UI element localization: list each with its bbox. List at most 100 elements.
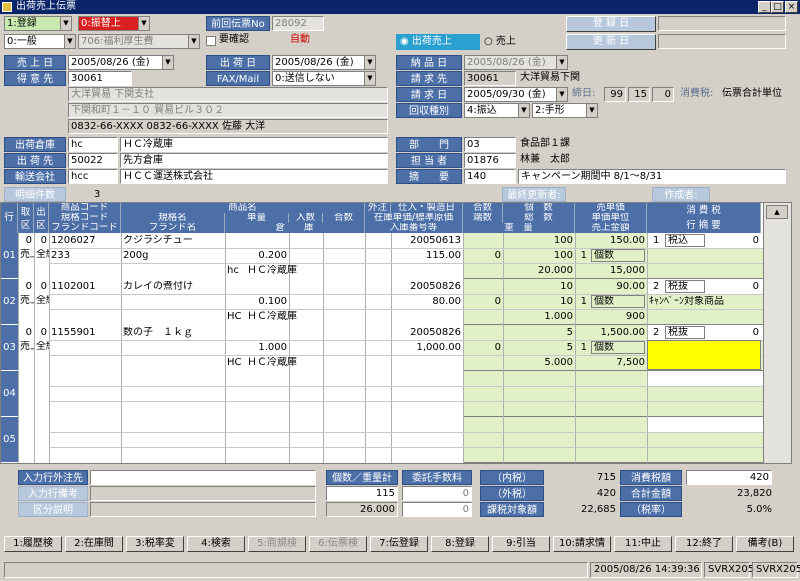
phone-field: 0832-66-XXXX 0832-66-XXXX 佐藤 大洋 — [68, 119, 388, 134]
fkey-13[interactable]: 備考(B) — [736, 536, 794, 552]
status-host: SVRX205 — [752, 562, 800, 578]
memo-text-field[interactable]: キャンペーン期間中 8/1～8/31 — [518, 169, 786, 184]
col-case2: 合数 — [463, 203, 503, 213]
grid-scrollbar[interactable]: ▲ — [763, 203, 791, 463]
grid-subline — [49, 248, 763, 249]
maximize-button[interactable]: □ — [771, 1, 784, 13]
address-field: 下関和町１－１０ 貿易ビル３０２ — [68, 103, 388, 118]
account-select[interactable]: 706:福利厚生費 ▼ — [78, 34, 200, 49]
fkey-7[interactable]: 7:伝登録 — [370, 536, 428, 552]
outsrc-field[interactable] — [90, 470, 316, 485]
col-unit: 単量 — [225, 213, 289, 223]
grid-divider — [365, 417, 366, 463]
collect-label: 回収種別 — [396, 103, 462, 118]
col-spec-code: 規格コード — [49, 213, 121, 223]
row-product-code: 1206027 — [51, 235, 96, 246]
transfer-select[interactable]: 0:振替上 ▼ — [78, 16, 150, 31]
fkey-4[interactable]: 4:検索 — [187, 536, 245, 552]
fkey-11[interactable]: 11:中止 — [614, 536, 672, 552]
col-fraction: 端数 — [463, 213, 503, 223]
close-button[interactable]: × — [785, 1, 798, 13]
col-spec-name: 規格名 — [121, 213, 225, 223]
row-tax-type: 税込 — [665, 234, 705, 247]
confirm-checkbox[interactable] — [206, 36, 216, 46]
row-warehouse: ＨＣ冷蔵庫 — [247, 311, 297, 322]
row-uu-no: 1 — [580, 342, 587, 353]
pricing-select[interactable]: 0:一般 ▼ — [4, 34, 76, 49]
grid-subline — [49, 401, 763, 402]
row-shutsu-label: 全納 — [36, 341, 49, 352]
fkey-5[interactable]: 5:商規検 — [248, 536, 306, 552]
col-weight: 重 量 — [463, 223, 575, 233]
close-label: 締日: — [572, 88, 596, 99]
row-price-unit: 個数 — [591, 249, 645, 262]
grid-divider — [391, 371, 392, 417]
radio-ship-sale[interactable]: ◉ 出荷売上 — [396, 34, 480, 50]
col-brand-name: ブランド名 — [121, 223, 225, 233]
carrier-code-field[interactable]: hcc — [68, 169, 118, 184]
bill-date-label: 請 求 日 — [396, 87, 462, 102]
row-shutsu: 0 — [40, 235, 47, 246]
col-outsrc: 外注 — [365, 203, 391, 213]
scroll-up-icon[interactable]: ▲ — [766, 205, 788, 219]
grid-subline — [49, 309, 763, 310]
fkey-10[interactable]: 10:請求情 — [553, 536, 611, 552]
row-product-code: 1102001 — [51, 281, 96, 292]
fkey-8[interactable]: 8:登録 — [431, 536, 489, 552]
grid-divider — [34, 371, 35, 417]
dest-code-field[interactable]: 50022 — [68, 153, 118, 168]
ctax-field[interactable]: 420 — [686, 470, 772, 485]
col-price-unit: 単価単位 — [575, 213, 647, 223]
row-warehouse: ＨＣ冷蔵庫 — [247, 265, 297, 276]
sales-date-field[interactable]: 2005/08/26 (金) ▼ — [68, 55, 174, 70]
col-amount: 売上金額 — [575, 223, 647, 233]
dest-label: 出 荷 先 — [4, 153, 66, 168]
row-amount: 7,500 — [616, 357, 645, 368]
customer-label: 得 意 先 — [4, 71, 66, 86]
staff-code-field[interactable]: 01876 — [464, 153, 516, 168]
prev-slip-field: 28092 — [272, 16, 324, 31]
fkey-1[interactable]: 1:履歴検 — [4, 536, 62, 552]
delivery-date-field[interactable]: 2005/08/26 (金) ▼ — [464, 55, 568, 70]
upd-date-label: 更 新 日 — [566, 34, 656, 50]
fkey-6[interactable]: 6:伝票検 — [309, 536, 367, 552]
row-tori: 0 — [25, 281, 32, 292]
row-date: 20050826 — [410, 327, 461, 338]
mode-select[interactable]: 1:登録 ▼ — [4, 16, 72, 31]
row-fraction: 0 — [494, 342, 501, 353]
fkey-12[interactable]: 12:終了 — [675, 536, 733, 552]
excl-tax-label: （外税） — [480, 486, 544, 501]
ctax-label: 消費税額 — [620, 470, 682, 485]
row-price: 1,500.00 — [600, 327, 645, 338]
row-memo-input-active[interactable] — [647, 340, 761, 370]
status-datetime: 2005/08/26 14:39:36 — [590, 562, 702, 578]
fkey-2[interactable]: 2:在庫問 — [65, 536, 123, 552]
fkey-3[interactable]: 3:税率変 — [126, 536, 184, 552]
row-amount: 900 — [625, 311, 645, 322]
customer-code-field[interactable]: 30061 — [68, 71, 132, 86]
row-product-name: クジラシチュー — [123, 235, 193, 246]
fkey-9[interactable]: 9:引当 — [492, 536, 550, 552]
status-bar: 2005/08/26 14:39:36 SVRX205 SVRX205 — [0, 560, 800, 581]
bill-date-field[interactable]: 2005/09/30 (金) ▼ — [464, 87, 568, 102]
row-spec-code — [49, 296, 121, 308]
col-brand-code: ブランドコード — [49, 223, 121, 233]
updated-by-label: 最終更新者: — [502, 187, 566, 202]
grid-divider — [575, 371, 576, 417]
fax-select[interactable]: 0:送信しない ▼ — [272, 71, 376, 86]
row-warehouse: ＨＣ冷蔵庫 — [247, 357, 297, 368]
collect-b-select[interactable]: 2:手形 ▼ — [532, 103, 598, 118]
ship-date-value: 2005/08/26 (金) — [275, 57, 354, 68]
collect-a-select[interactable]: 4:振込 ▼ — [464, 103, 530, 118]
row-spec-name — [121, 296, 225, 308]
row-unit: 0.100 — [258, 296, 287, 307]
dept-code-field[interactable]: 03 — [464, 137, 516, 152]
ship-date-field[interactable]: 2005/08/26 (金) ▼ — [272, 55, 376, 70]
radio-sale[interactable]: ○ 売上 — [484, 34, 516, 49]
memo-code-field[interactable]: 140 — [464, 169, 516, 184]
minimize-button[interactable]: _ — [758, 1, 771, 13]
upd-date-field — [658, 34, 786, 49]
cat-field — [90, 502, 316, 517]
wh-code-field[interactable]: hc — [68, 137, 118, 152]
row-qty-band — [463, 371, 647, 417]
